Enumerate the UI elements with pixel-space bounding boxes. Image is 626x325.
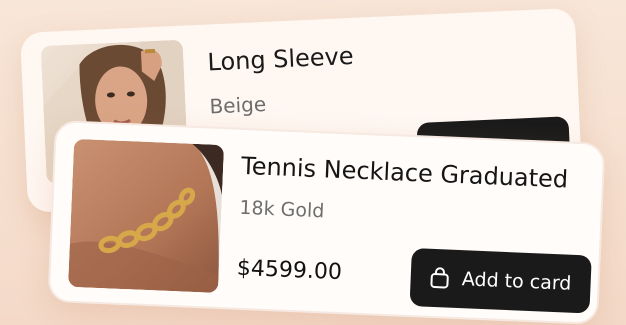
product-title: Tennis Necklace Graduated [240,151,569,194]
product-price: $4599.00 [236,255,343,286]
product-variant: 18k Gold [239,196,325,223]
add-to-cart-label: Add to card [461,268,572,295]
product-title: Long Sleeve [206,41,355,77]
product-card-tennis-necklace[interactable]: Tennis Necklace Graduated 18k Gold $4599… [47,120,606,325]
product-image [68,138,225,293]
shopping-bag-icon [429,267,450,290]
add-to-cart-button[interactable]: Add to card [409,248,592,314]
gold-chain-necklace-image [68,138,225,293]
product-variant: Beige [208,91,267,119]
